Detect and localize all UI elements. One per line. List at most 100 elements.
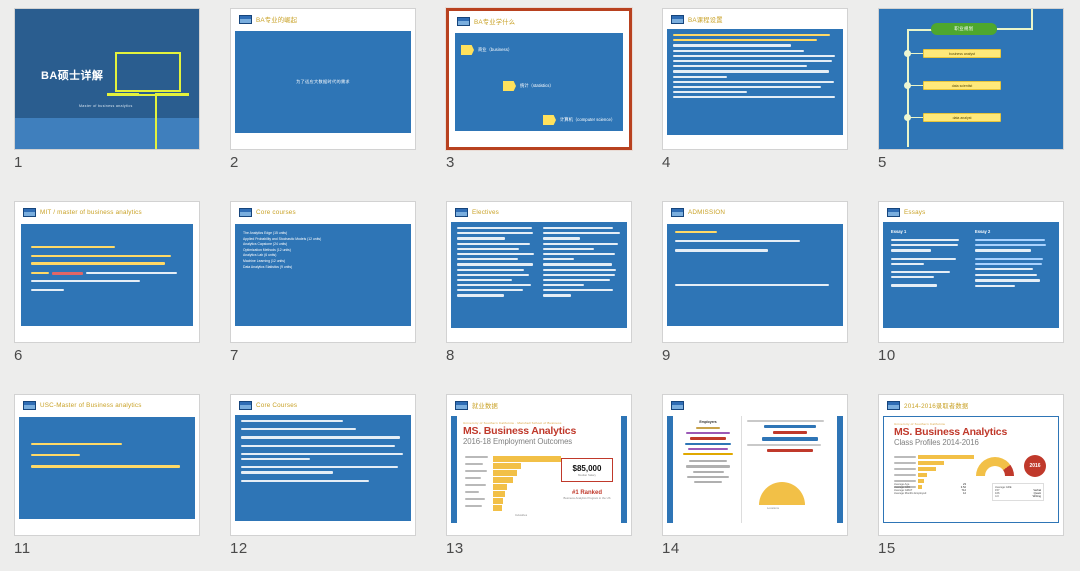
slide-11-body xyxy=(19,417,195,519)
slide-thumbnail-grid: BA硕士详解 Master of business analytics 1 BA… xyxy=(0,0,1080,571)
slide-header-icon xyxy=(457,16,470,26)
slide-cell-9[interactable]: ADMISSION 9 xyxy=(654,197,870,390)
slide-number-1: 1 xyxy=(14,154,23,171)
slide-4-body xyxy=(667,29,843,135)
slide-header-icon xyxy=(239,400,252,410)
slide-cell-10[interactable]: Essays Essay 1 Essay 2 10 xyxy=(870,197,1080,390)
wordcloud-infographic: Employers Locations xyxy=(667,416,843,523)
year-badge: 2016 xyxy=(1024,455,1046,477)
slide-thumbnail-5[interactable]: 职业规划 business analyst data scientist dat… xyxy=(878,8,1064,150)
slide-number-3: 3 xyxy=(446,154,455,171)
slide-cell-8[interactable]: Electives 8 xyxy=(438,197,654,390)
slide-1-subtitle: Master of business analytics xyxy=(79,104,133,108)
connector-line xyxy=(907,29,933,31)
divider xyxy=(741,416,742,523)
slide-thumbnail-4[interactable]: BA课程设置 xyxy=(662,8,848,150)
slide-number-2: 2 xyxy=(230,154,239,171)
text-line-group xyxy=(667,29,843,106)
slide-cell-11[interactable]: USC-Master of Business analytics 11 xyxy=(6,390,222,571)
slide-7-header: Core courses xyxy=(231,202,415,222)
slide-header-icon xyxy=(23,207,36,217)
slide-thumbnail-13[interactable]: 就业数据 University of Southern California ·… xyxy=(446,394,632,536)
infographic-subtitle: Class Profiles 2014-2016 xyxy=(894,438,979,447)
slide-number-8: 8 xyxy=(446,347,455,364)
slide-12-title: Core Courses xyxy=(256,401,298,409)
slide-15-body: University of Southern California MS. Bu… xyxy=(883,416,1059,523)
text-line-group xyxy=(667,224,843,296)
slide-2-header: BA专业的崛起 xyxy=(231,9,415,29)
slide-cell-2[interactable]: BA专业的崛起 为了适应大数据时代的需求 2 xyxy=(222,4,438,197)
employers-heading: Employers xyxy=(699,420,717,424)
mindmap-root-node: 职业规划 xyxy=(931,23,997,35)
slide-thumbnail-1[interactable]: BA硕士详解 Master of business analytics xyxy=(14,8,200,150)
slide-8-title: Electives xyxy=(472,208,499,216)
slide-thumbnail-9[interactable]: ADMISSION xyxy=(662,201,848,343)
stat-label: 4.0 xyxy=(995,495,999,498)
bullet-item: 统计（statistics） xyxy=(503,81,554,91)
slide-cell-13[interactable]: 就业数据 University of Southern California ·… xyxy=(438,390,654,571)
slide-cell-14[interactable]: Employers Locations 14 xyxy=(654,390,870,571)
slide-cell-1[interactable]: BA硕士详解 Master of business analytics 1 xyxy=(6,4,222,197)
slide-thumbnail-6[interactable]: MIT / master of business analytics xyxy=(14,201,200,343)
mindmap-canvas: 职业规划 business analyst data scientist dat… xyxy=(879,9,1063,149)
slide-6-body xyxy=(21,224,193,326)
essay-1-heading: Essay 1 xyxy=(891,229,907,234)
slide-10-title: Essays xyxy=(904,208,926,216)
slide-cell-7[interactable]: Core courses The Analytics Edge (15 unit… xyxy=(222,197,438,390)
employers-panel: Employers xyxy=(677,420,739,484)
slide-header-icon xyxy=(455,207,468,217)
laptop-stem-shape xyxy=(155,96,157,149)
node-dot xyxy=(904,50,911,57)
slide-thumbnail-7[interactable]: Core courses The Analytics Edge (15 unit… xyxy=(230,201,416,343)
slide-thumbnail-15[interactable]: 2014-2016录取者数据 University of Southern Ca… xyxy=(878,394,1064,536)
slide-number-12: 12 xyxy=(230,540,248,557)
slide-number-5: 5 xyxy=(878,154,887,171)
essay-2-heading: Essay 2 xyxy=(975,229,991,234)
slide-number-11: 11 xyxy=(14,540,31,557)
slide-thumbnail-2[interactable]: BA专业的崛起 为了适应大数据时代的需求 xyxy=(230,8,416,150)
slide-cell-5[interactable]: 职业规划 business analyst data scientist dat… xyxy=(870,4,1080,197)
slide-4-title: BA课程设置 xyxy=(688,16,723,24)
slide-thumbnail-14[interactable]: Employers Locations xyxy=(662,394,848,536)
node-dot xyxy=(904,82,911,89)
slide-cell-15[interactable]: 2014-2016录取者数据 University of Southern Ca… xyxy=(870,390,1080,571)
mindmap-branch: data scientist xyxy=(923,81,1001,90)
slide-header-icon xyxy=(23,400,36,410)
slide-3-title: BA专业学什么 xyxy=(474,18,516,26)
slide-6-title: MIT / master of business analytics xyxy=(40,208,142,216)
column-left xyxy=(457,227,535,300)
connector-line xyxy=(997,28,1033,30)
slide-thumbnail-12[interactable]: Core Courses xyxy=(230,394,416,536)
slide-cell-12[interactable]: Core Courses 12 xyxy=(222,390,438,571)
slide-9-header: ADMISSION xyxy=(663,202,847,222)
slide-header-icon xyxy=(239,14,252,24)
slide-cell-3[interactable]: BA专业学什么 商业（business） 统计（statistics） 计算机（… xyxy=(438,4,654,197)
slide-thumbnail-11[interactable]: USC-Master of Business analytics xyxy=(14,394,200,536)
slide-7-title: Core courses xyxy=(256,208,296,216)
text-line-group xyxy=(235,415,411,490)
slide-number-13: 13 xyxy=(446,540,464,557)
median-salary-label: Median Salary xyxy=(578,472,596,477)
essay-column-1: Essay 1 xyxy=(891,228,967,290)
slide-13-body: University of Southern California · Mars… xyxy=(451,416,627,523)
laptop-icon xyxy=(115,52,181,92)
slide-7-body: The Analytics Edge (15 units) Applied Pr… xyxy=(235,224,411,326)
bullet-label: 计算机（computer science） xyxy=(560,117,616,122)
slide-cell-6[interactable]: MIT / master of business analytics 6 xyxy=(6,197,222,390)
slide-number-6: 6 xyxy=(14,347,23,364)
text-line-group xyxy=(19,417,195,468)
stats-table-left: Average Age 23 Average GPA 3.52 Average GM… xyxy=(894,483,966,495)
slide-9-body xyxy=(667,224,843,326)
slide-thumbnail-10[interactable]: Essays Essay 1 Essay 2 xyxy=(878,201,1064,343)
infographic-title: MS. Business Analytics xyxy=(463,425,577,437)
slide-12-body xyxy=(235,415,411,521)
bar-chart: Industries xyxy=(463,456,563,517)
slide-thumbnail-8[interactable]: Electives xyxy=(446,201,632,343)
tag-icon xyxy=(543,115,556,125)
slide-cell-4[interactable]: BA课程设置 4 xyxy=(654,4,870,197)
mindmap-branch: data analyst xyxy=(923,113,1001,122)
list-item: Data Analytics Statistics (9 units) xyxy=(243,264,293,269)
laptop-notch-shape xyxy=(139,92,155,94)
slide-thumbnail-3-selected[interactable]: BA专业学什么 商业（business） 统计（statistics） 计算机（… xyxy=(445,7,633,151)
donut-chart xyxy=(759,482,805,505)
